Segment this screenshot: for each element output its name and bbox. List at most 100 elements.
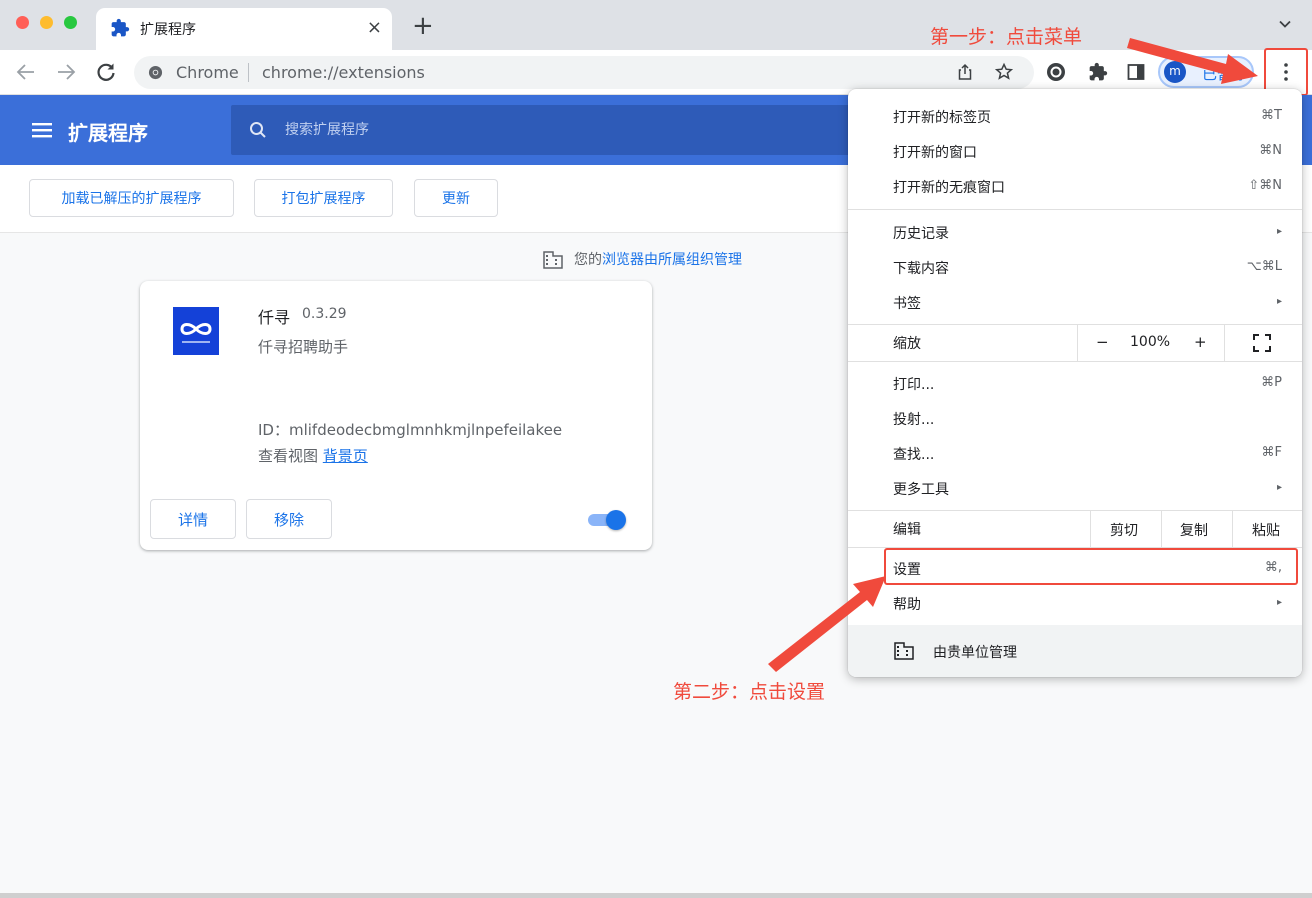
menu-item-new-incognito[interactable]: 打开新的无痕窗口 ⇧⌘N xyxy=(848,169,1302,204)
annotation-step1: 第一步：点击菜单 xyxy=(930,26,1083,48)
load-unpacked-button[interactable]: 加载已解压的扩展程序 xyxy=(29,179,234,217)
menu-item-find[interactable]: 查找... ⌘F xyxy=(848,436,1302,471)
remove-button[interactable]: 移除 xyxy=(246,499,332,539)
reload-icon[interactable] xyxy=(94,60,118,84)
side-panel-icon[interactable] xyxy=(1126,62,1146,82)
zoom-in-button[interactable]: + xyxy=(1194,333,1207,351)
extension-badge-icon[interactable] xyxy=(1046,62,1066,82)
zoom-level: 100% xyxy=(1130,334,1171,350)
menu-zoom-row: 缩放 − 100% + xyxy=(848,325,1302,361)
menu-item-label: 书签 xyxy=(893,296,921,312)
menu-edit-row: 编辑 剪切 复制 粘贴 xyxy=(848,511,1302,547)
puzzle-icon xyxy=(111,18,130,37)
submenu-arrow-icon: ▸ xyxy=(1276,597,1282,608)
menu-item-label: 更多工具 xyxy=(893,482,949,498)
extension-id: ID：mlifdeodecbmglmnhkmjlnpefeilakee xyxy=(258,421,563,439)
annotation-step2: 第二步：点击设置 xyxy=(673,681,826,703)
tab-strip: 扩展程序 × + xyxy=(0,0,1312,50)
menu-item-print[interactable]: 打印... ⌘P xyxy=(848,366,1302,401)
profile-button[interactable]: m 已暂停 xyxy=(1158,56,1254,88)
bottom-edge xyxy=(0,893,1312,898)
bookmark-star-icon[interactable] xyxy=(994,62,1014,82)
menu-item-new-tab[interactable]: 打开新的标签页 ⌘T xyxy=(848,99,1302,134)
menu-item-help[interactable]: 帮助 ▸ xyxy=(848,586,1302,621)
details-button[interactable]: 详情 xyxy=(150,499,236,539)
back-arrow-icon[interactable] xyxy=(14,60,38,84)
menu-item-label: 打开新的标签页 xyxy=(893,110,991,126)
extension-views: 查看视图 背景页 xyxy=(258,445,368,466)
zoom-label: 缩放 xyxy=(893,336,921,352)
tab-close-icon[interactable]: × xyxy=(367,16,382,40)
menu-item-label: 帮助 xyxy=(893,597,921,613)
menu-item-label: 历史记录 xyxy=(893,226,949,242)
forward-arrow-icon[interactable] xyxy=(54,60,78,84)
menu-item-shortcut: ⌘F xyxy=(1261,445,1282,460)
menu-item-bookmarks[interactable]: 书签 ▸ xyxy=(848,285,1302,320)
extensions-puzzle-icon[interactable] xyxy=(1088,62,1108,82)
menu-item-label: 投射... xyxy=(893,412,935,428)
tab-title: 扩展程序 xyxy=(140,22,196,38)
edit-divider xyxy=(1232,511,1233,547)
omnibox[interactable]: Chrome chrome://extensions xyxy=(134,56,1034,89)
extension-description: 仟寻招聘助手 xyxy=(258,338,349,356)
managed-notice: 您的浏览器由所属组织管理 xyxy=(542,249,742,269)
background-page-link[interactable]: 背景页 xyxy=(323,447,368,465)
update-button[interactable]: 更新 xyxy=(414,179,498,217)
extension-version: 0.3.29 xyxy=(302,306,347,322)
menu-item-shortcut: ⌥⌘L xyxy=(1246,259,1282,274)
managed-notice-link[interactable]: 浏览器由所属组织管理 xyxy=(602,252,742,268)
menu-hamburger-icon[interactable] xyxy=(32,121,52,139)
copy-button[interactable]: 复制 xyxy=(1180,520,1208,540)
menu-item-downloads[interactable]: 下载内容 ⌥⌘L xyxy=(848,250,1302,285)
new-tab-button[interactable]: + xyxy=(412,12,434,40)
pack-extension-button[interactable]: 打包扩展程序 xyxy=(254,179,393,217)
cut-button[interactable]: 剪切 xyxy=(1110,520,1138,540)
submenu-arrow-icon: ▸ xyxy=(1276,296,1282,307)
menu-item-new-window[interactable]: 打开新的窗口 ⌘N xyxy=(848,134,1302,169)
toggle-knob xyxy=(606,510,626,530)
menu-item-more-tools[interactable]: 更多工具 ▸ xyxy=(848,471,1302,506)
menu-item-cast[interactable]: 投射... xyxy=(848,401,1302,436)
menu-item-shortcut: ⇧⌘N xyxy=(1248,178,1282,193)
edit-label: 编辑 xyxy=(893,522,921,538)
tab-extensions[interactable]: 扩展程序 × xyxy=(96,8,392,50)
share-icon[interactable] xyxy=(956,63,974,81)
extension-enable-toggle[interactable] xyxy=(586,510,628,530)
search-input[interactable] xyxy=(285,119,785,141)
window-close-button[interactable] xyxy=(16,16,29,29)
extension-card: 仟寻 0.3.29 仟寻招聘助手 ID：mlifdeodecbmglmnhkmj… xyxy=(140,281,652,550)
menu-item-label: 下载内容 xyxy=(893,261,949,277)
edit-divider xyxy=(1090,511,1091,547)
window-zoom-button[interactable] xyxy=(64,16,77,29)
omnibox-url[interactable]: chrome://extensions xyxy=(262,63,425,82)
menu-item-managed[interactable]: 由贵单位管理 xyxy=(848,625,1302,677)
omnibox-divider xyxy=(248,63,249,82)
chrome-menu: 打开新的标签页 ⌘T 打开新的窗口 ⌘N 打开新的无痕窗口 ⇧⌘N 历史记录 ▸… xyxy=(848,89,1302,677)
settings-highlight-box xyxy=(884,548,1298,585)
views-label: 查看视图 xyxy=(258,447,319,465)
menu-item-history[interactable]: 历史记录 ▸ xyxy=(848,215,1302,250)
menu-item-label: 打开新的窗口 xyxy=(893,145,977,161)
fullscreen-icon[interactable] xyxy=(1253,334,1271,352)
window-minimize-button[interactable] xyxy=(40,16,53,29)
zoom-out-button[interactable]: − xyxy=(1096,333,1109,351)
menu-item-label: 查找... xyxy=(893,447,935,463)
more-vertical-icon xyxy=(1284,63,1288,81)
paste-button[interactable]: 粘贴 xyxy=(1252,520,1280,540)
page-title: 扩展程序 xyxy=(68,121,148,145)
zoom-divider xyxy=(1077,325,1078,361)
menu-item-shortcut: ⌘N xyxy=(1259,143,1282,158)
menu-item-shortcut: ⌘T xyxy=(1261,108,1282,123)
menu-item-label: 打印... xyxy=(893,377,935,393)
search-icon xyxy=(250,122,266,138)
avatar: m xyxy=(1164,61,1186,83)
chevron-down-icon[interactable] xyxy=(1278,17,1292,31)
menu-divider xyxy=(848,361,1302,362)
submenu-arrow-icon: ▸ xyxy=(1276,226,1282,237)
search-box xyxy=(231,105,871,155)
menu-item-label: 由贵单位管理 xyxy=(933,645,1017,661)
extension-name: 仟寻 xyxy=(258,308,291,327)
profile-status-label: 已暂停 xyxy=(1202,65,1248,83)
managed-notice-prefix: 您的 xyxy=(574,252,602,268)
menu-item-shortcut: ⌘P xyxy=(1261,375,1282,390)
